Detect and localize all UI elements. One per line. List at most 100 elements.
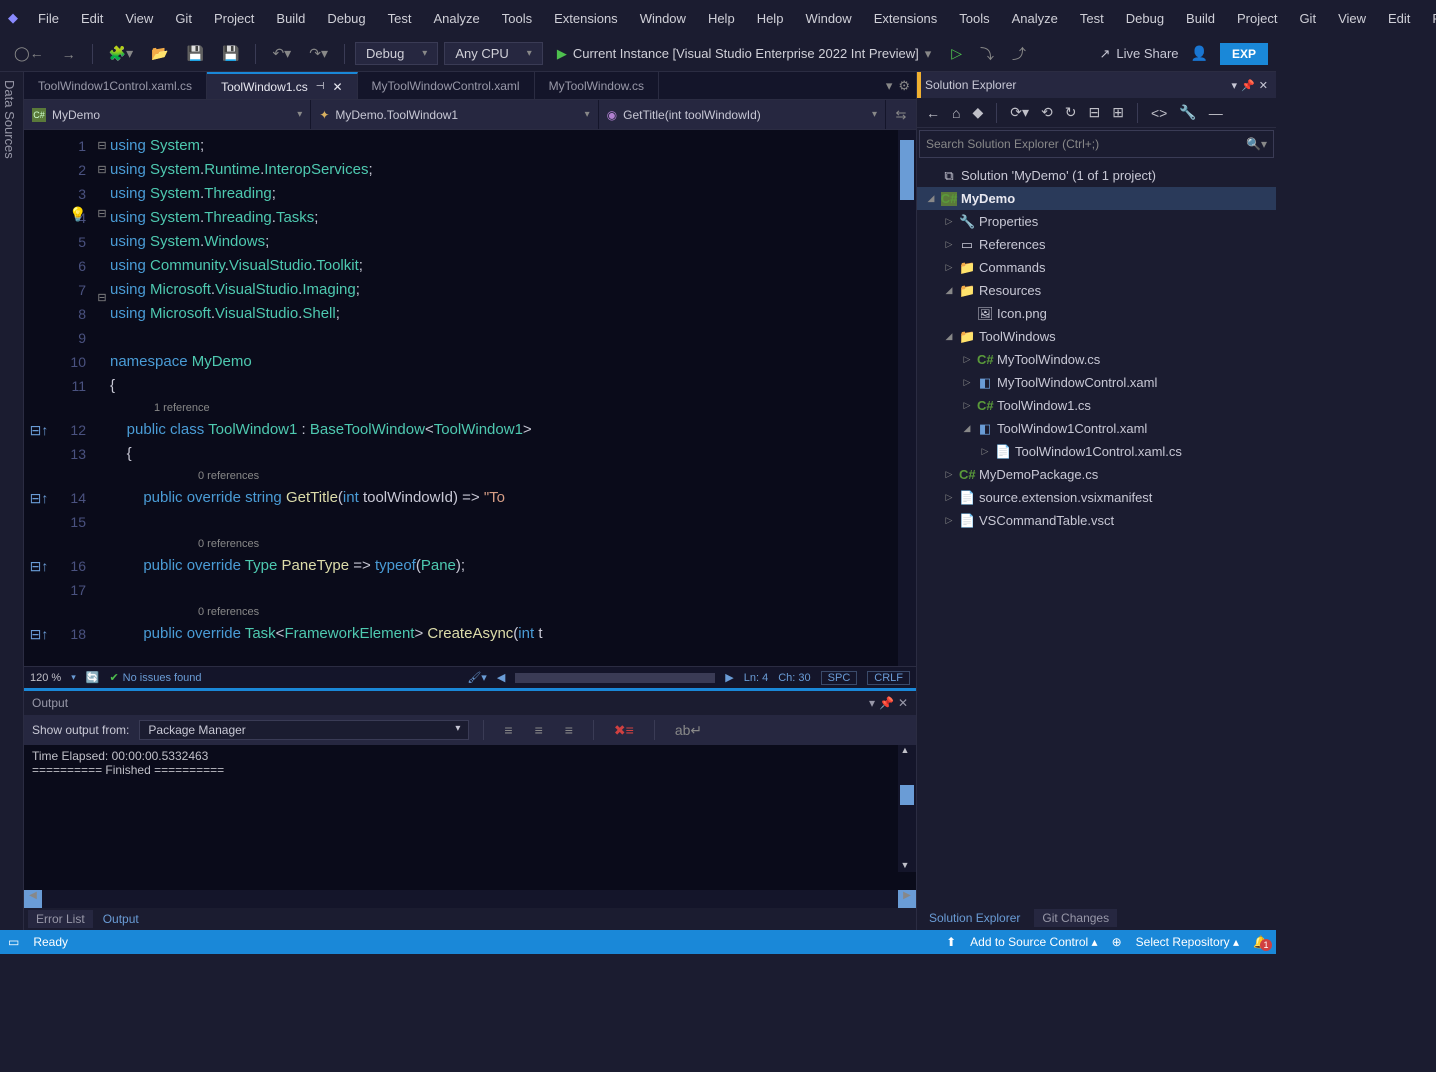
step-over-button[interactable]: ⤴ xyxy=(1006,42,1032,66)
menu-build[interactable]: Build xyxy=(1176,7,1225,30)
pin-icon[interactable]: ⊣ xyxy=(316,81,325,92)
menu-git[interactable]: Git xyxy=(165,7,202,30)
tree-item[interactable]: ▷📁Commands xyxy=(917,256,1276,279)
menu-window[interactable]: Window xyxy=(795,7,861,30)
se-refresh-button[interactable]: ↻ xyxy=(1062,102,1080,123)
expand-icon[interactable]: ◢ xyxy=(961,423,973,434)
split-editor-button[interactable]: ⇆ xyxy=(886,100,916,129)
start-debug-button[interactable]: ▶Current Instance [Visual Studio Enterpr… xyxy=(549,43,939,65)
expand-icon[interactable]: ▷ xyxy=(943,515,955,526)
se-show-all-button[interactable]: ⊞ xyxy=(1109,102,1127,123)
doc-tab[interactable]: ToolWindow1Control.xaml.cs xyxy=(24,72,207,99)
tree-item[interactable]: ▷📄VSCommandTable.vsct xyxy=(917,509,1276,532)
menu-file[interactable]: File xyxy=(1422,7,1436,30)
close-tab-icon[interactable]: ✕ xyxy=(332,80,342,94)
menu-extensions[interactable]: Extensions xyxy=(864,7,948,30)
menu-build[interactable]: Build xyxy=(266,7,315,30)
se-props-button[interactable]: 🔧 xyxy=(1176,102,1199,123)
se-back-button[interactable]: ← xyxy=(923,103,943,123)
nav-back-button[interactable]: ◯← xyxy=(8,43,50,64)
platform-dropdown[interactable]: Any CPU▾ xyxy=(444,42,543,65)
expand-icon[interactable]: ▷ xyxy=(961,377,973,388)
hscroll-left[interactable]: ◀ xyxy=(497,671,505,684)
menu-git[interactable]: Git xyxy=(1289,7,1326,30)
output-indent2-btn[interactable]: ≡ xyxy=(529,720,549,740)
expand-icon[interactable]: ▷ xyxy=(943,492,955,503)
tab-solution-explorer[interactable]: Solution Explorer xyxy=(921,909,1028,927)
expand-icon[interactable]: ▷ xyxy=(979,446,991,457)
menu-test[interactable]: Test xyxy=(378,7,422,30)
line-col[interactable]: Ln: 4 xyxy=(744,672,768,684)
panel-close-icon[interactable]: ✕ xyxy=(898,696,908,710)
se-pin-icon[interactable]: 📌 xyxy=(1241,79,1255,92)
se-collapse-button[interactable]: ⊟ xyxy=(1085,102,1103,123)
nav-fwd-button[interactable]: → xyxy=(56,44,82,64)
menu-tools[interactable]: Tools xyxy=(949,7,999,30)
expand-icon[interactable]: ◢ xyxy=(943,285,955,296)
se-home-button[interactable]: ⌂ xyxy=(949,103,963,123)
solution-tree[interactable]: ⧉Solution 'MyDemo' (1 of 1 project)◢C#My… xyxy=(917,160,1276,906)
lightbulb-icon[interactable]: 💡 xyxy=(69,206,86,223)
feedback-button[interactable]: 👤 xyxy=(1185,43,1214,64)
menu-view[interactable]: View xyxy=(115,7,163,30)
menu-edit[interactable]: Edit xyxy=(1378,7,1420,30)
tree-item[interactable]: ◢📁Resources xyxy=(917,279,1276,302)
hscroll-right[interactable]: ▶ xyxy=(725,671,733,684)
eol-mode[interactable]: CRLF xyxy=(867,671,910,685)
vertical-scrollbar[interactable] xyxy=(898,130,916,666)
doc-tab[interactable]: ToolWindow1.cs⊣✕ xyxy=(207,72,357,99)
expand-icon[interactable]: ▷ xyxy=(943,239,955,250)
output-wrap-btn[interactable]: ab↵ xyxy=(669,720,708,741)
zoom-level[interactable]: 120 % xyxy=(30,672,61,684)
se-code-button[interactable]: <> xyxy=(1148,103,1170,123)
expand-icon[interactable]: ▷ xyxy=(961,400,973,411)
tab-output[interactable]: Output xyxy=(95,910,147,928)
tree-item[interactable]: ▷C#ToolWindow1.cs xyxy=(917,394,1276,417)
tree-item[interactable]: ◢📁ToolWindows xyxy=(917,325,1276,348)
doc-tab[interactable]: MyToolWindow.cs xyxy=(535,72,659,99)
menu-help[interactable]: Help xyxy=(747,7,794,30)
menu-analyze[interactable]: Analyze xyxy=(423,7,489,30)
tree-item[interactable]: ▷C#MyDemoPackage.cs xyxy=(917,463,1276,486)
add-source-control[interactable]: Add to Source Control ▴ xyxy=(970,935,1097,949)
select-repository[interactable]: Select Repository ▴ xyxy=(1136,935,1239,949)
solution-search-input[interactable]: Search Solution Explorer (Ctrl+;) 🔍▾ xyxy=(919,130,1274,158)
menu-view[interactable]: View xyxy=(1328,7,1376,30)
open-button[interactable]: 📂 xyxy=(145,43,174,64)
undo-button[interactable]: ↶▾ xyxy=(266,43,297,64)
expand-icon[interactable]: ▷ xyxy=(943,216,955,227)
start-nodebug-button[interactable]: ▷ xyxy=(945,43,968,64)
output-hscroll[interactable]: ◀▶ xyxy=(24,890,916,908)
output-text[interactable]: Time Elapsed: 00:00:00.5332463 =========… xyxy=(24,745,916,890)
tree-item[interactable]: ◢C#MyDemo xyxy=(917,187,1276,210)
menu-debug[interactable]: Debug xyxy=(1116,7,1174,30)
new-item-button[interactable]: 🧩▾ xyxy=(103,43,139,64)
tree-item[interactable]: 🖼Icon.png xyxy=(917,302,1276,325)
tree-item[interactable]: ▷📄source.extension.vsixmanifest xyxy=(917,486,1276,509)
save-button[interactable]: 💾 xyxy=(181,43,210,64)
code-editor[interactable]: ⊟↑ ⊟↑ ⊟↑ ⊟↑ 123456789101112131415161718 … xyxy=(24,130,916,666)
tab-git-changes[interactable]: Git Changes xyxy=(1034,909,1117,927)
tree-item[interactable]: ◢◧ToolWindow1Control.xaml xyxy=(917,417,1276,440)
output-source-dropdown[interactable]: Package Manager▾ xyxy=(139,720,469,740)
se-switch-button[interactable]: ◆ xyxy=(969,102,986,123)
tree-item[interactable]: ▷C#MyToolWindow.cs xyxy=(917,348,1276,371)
nav-member-dropdown[interactable]: ◉GetTitle(int toolWindowId)▾ xyxy=(599,100,886,129)
menu-edit[interactable]: Edit xyxy=(71,7,113,30)
tree-item[interactable]: ▷▭References xyxy=(917,233,1276,256)
menu-project[interactable]: Project xyxy=(204,7,264,30)
expand-icon[interactable]: ▷ xyxy=(961,354,973,365)
nav-class-dropdown[interactable]: ✦MyDemo.ToolWindow1▾ xyxy=(311,100,598,129)
tabs-settings-icon[interactable]: ⚙ xyxy=(898,78,910,94)
se-preview-button[interactable]: ― xyxy=(1206,103,1226,123)
tree-item[interactable]: ⧉Solution 'MyDemo' (1 of 1 project) xyxy=(917,164,1276,187)
se-pending-button[interactable]: ⟳▾ xyxy=(1007,102,1032,123)
char-col[interactable]: Ch: 30 xyxy=(778,672,810,684)
se-close-icon[interactable]: ✕ xyxy=(1259,79,1268,92)
output-indent-btn[interactable]: ≡ xyxy=(498,720,518,740)
menu-window[interactable]: Window xyxy=(630,7,696,30)
indent-mode[interactable]: SPC xyxy=(821,671,858,685)
save-all-button[interactable]: 💾 xyxy=(216,43,245,64)
status-bg-task-icon[interactable]: ▭ xyxy=(8,935,19,949)
output-clear-btn[interactable]: ✖≡ xyxy=(608,720,640,741)
